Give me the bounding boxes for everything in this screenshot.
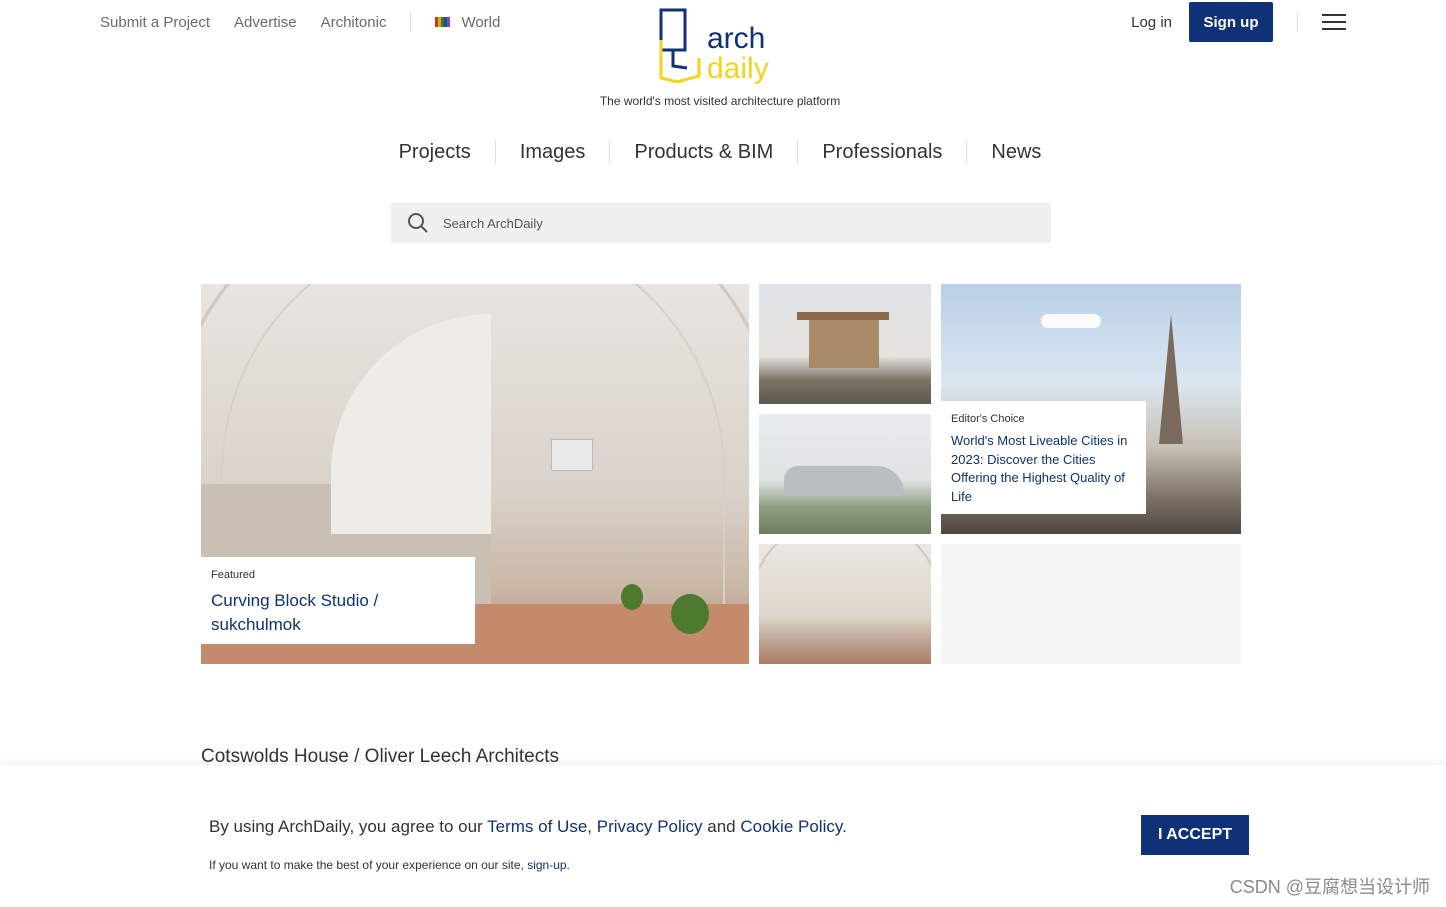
flag-icon — [435, 17, 451, 27]
signup-link[interactable]: sign-up — [527, 858, 566, 872]
cookie-text-before: By using ArchDaily, you agree to our — [209, 817, 488, 836]
tagline: The world's most visited architecture pl… — [599, 94, 841, 108]
auth-area: Log in Sign up — [1131, 2, 1346, 42]
cookie-text-and: and — [702, 817, 741, 836]
image-ac-unit — [551, 439, 593, 471]
signup-button[interactable]: Sign up — [1189, 2, 1273, 42]
featured-caption[interactable]: Featured Curving Block Studio / sukchulm… — [201, 557, 475, 644]
image-building — [809, 320, 879, 368]
search-input[interactable] — [441, 214, 1005, 232]
logo-mark-icon: arch daily — [659, 8, 769, 85]
divider — [1297, 12, 1298, 32]
image-plant — [621, 584, 643, 610]
image-plant — [671, 594, 709, 634]
region-label: World — [461, 13, 501, 31]
logo-text-top: arch — [707, 22, 765, 55]
menu-icon-line — [1322, 21, 1346, 23]
image-arch — [759, 544, 931, 664]
advertise-link[interactable]: Advertise — [234, 14, 297, 31]
menu-icon-line — [1322, 28, 1346, 30]
cookie-text-period: . — [842, 817, 847, 836]
top-links: Submit a Project Advertise Architonic Wo… — [100, 12, 500, 32]
terms-link[interactable]: Terms of Use — [487, 817, 587, 836]
cookie-text: By using ArchDaily, you agree to our Ter… — [209, 817, 847, 837]
accept-button[interactable]: I ACCEPT — [1141, 815, 1249, 855]
region-selector[interactable]: World — [435, 14, 500, 31]
cookie-sub-after: . — [566, 858, 570, 872]
login-link[interactable]: Log in — [1131, 14, 1172, 31]
nav-products-bim[interactable]: Products & BIM — [609, 140, 797, 164]
editors-choice-title[interactable]: World's Most Liveable Cities in 2023: Di… — [951, 432, 1136, 506]
featured-label: Featured — [211, 569, 256, 581]
main-nav: Projects Images Products & BIM Professio… — [0, 140, 1440, 164]
thumbnail-image[interactable] — [759, 414, 931, 534]
submit-project-link[interactable]: Submit a Project — [100, 14, 210, 31]
image-cloud — [1041, 314, 1101, 328]
image-building — [797, 312, 889, 320]
search-icon — [408, 213, 428, 233]
nav-news[interactable]: News — [966, 140, 1065, 164]
thumbnail-image[interactable] — [759, 284, 931, 404]
privacy-link[interactable]: Privacy Policy — [597, 817, 703, 836]
nav-professionals[interactable]: Professionals — [797, 140, 966, 164]
search-bar[interactable] — [391, 203, 1051, 243]
cookie-subtext: If you want to make the best of your exp… — [209, 858, 570, 872]
empty-tile — [941, 544, 1241, 664]
cookie-sub-before: If you want to make the best of your exp… — [209, 858, 528, 872]
watermark: CSDN @豆腐想当设计师 — [1229, 877, 1430, 897]
flag-stripe — [447, 17, 451, 27]
architonic-link[interactable]: Architonic — [321, 14, 387, 31]
archdaily-logo[interactable]: arch daily — [655, 6, 785, 86]
divider — [410, 12, 412, 32]
logo-text-bottom: daily — [707, 52, 769, 85]
menu-icon[interactable] — [1322, 14, 1346, 30]
image-spire — [1159, 314, 1183, 444]
featured-title[interactable]: Curving Block Studio / sukchulmok — [211, 589, 441, 637]
menu-icon-line — [1322, 14, 1346, 16]
cookie-banner: By using ArchDaily, you agree to our Ter… — [0, 765, 1446, 907]
nav-images[interactable]: Images — [494, 140, 610, 164]
cookie-policy-link[interactable]: Cookie Policy — [740, 817, 842, 836]
editors-choice-caption[interactable]: Editor's Choice World's Most Liveable Ci… — [941, 401, 1146, 514]
image-building — [784, 466, 904, 496]
thumbnail-image[interactable] — [759, 544, 931, 664]
nav-projects[interactable]: Projects — [375, 140, 495, 164]
cookie-text-comma: , — [587, 817, 597, 836]
editors-choice-label: Editor's Choice — [951, 413, 1025, 425]
